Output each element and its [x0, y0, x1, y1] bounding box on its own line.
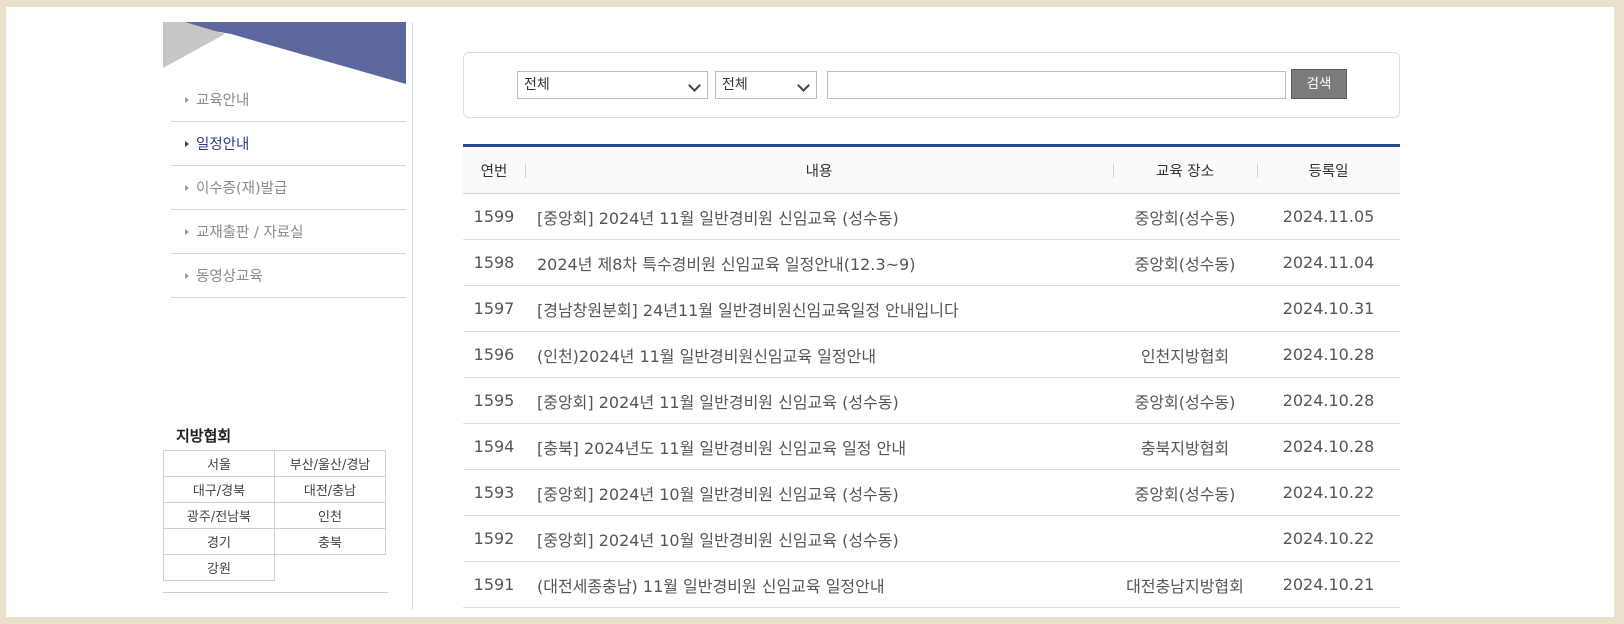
- table-row[interactable]: 1594 [충북] 2024년도 11월 일반경비원 신임교육 일정 안내 충북…: [463, 423, 1400, 470]
- header-separator: [525, 164, 526, 178]
- sidebar: 교육안내 일정안내 이수증(재)발급 교재출판 / 자료실 동영상교육 지방협회: [163, 22, 413, 610]
- sidebar-item-label: 일정안내: [196, 137, 250, 153]
- row-date: 2024.10.22: [1257, 469, 1400, 516]
- region-link-incheon[interactable]: 인천: [274, 502, 386, 529]
- row-date: 2024.10.31: [1257, 285, 1400, 332]
- category-select[interactable]: 전체: [517, 71, 708, 99]
- row-number: 1596: [463, 331, 525, 378]
- table-header-row: 연번 내용 교육 장소 등록일: [463, 145, 1400, 194]
- page-frame: 교육안내 일정안내 이수증(재)발급 교재출판 / 자료실 동영상교육 지방협회: [6, 7, 1614, 617]
- row-place: 대전충남지방협회: [1113, 561, 1257, 608]
- bullet-arrow-icon: [185, 184, 189, 191]
- header-separator: [1113, 164, 1114, 178]
- row-date: 2024.11.05: [1257, 193, 1400, 240]
- search-box: 전체 전체 검색: [463, 52, 1400, 118]
- row-number: 1595: [463, 377, 525, 424]
- row-title-link[interactable]: [경남창원분회] 24년11월 일반경비원신임교육일정 안내입니다: [525, 285, 1113, 332]
- bullet-arrow-icon: [185, 228, 189, 235]
- bullet-arrow-icon: [185, 272, 189, 279]
- region-link-daejeon[interactable]: 대전/충남: [274, 476, 386, 503]
- row-title-link[interactable]: [중앙회] 2024년 11월 일반경비원 신임교육 (성수동): [525, 193, 1113, 240]
- table-row[interactable]: 1593 [중앙회] 2024년 10월 일반경비원 신임교육 (성수동) 중앙…: [463, 469, 1400, 516]
- divider: [163, 592, 388, 593]
- row-date: 2024.10.21: [1257, 561, 1400, 608]
- chevron-down-icon: [797, 79, 810, 92]
- table-row[interactable]: 1592 [중앙회] 2024년 10월 일반경비원 신임교육 (성수동) 20…: [463, 515, 1400, 562]
- sidebar-item-schedule[interactable]: 일정안내: [171, 122, 406, 166]
- column-header-date: 등록일: [1257, 145, 1400, 194]
- column-header-content: 내용: [525, 145, 1113, 194]
- region-link-gwangju[interactable]: 광주/전남북: [163, 502, 275, 529]
- row-place: 중앙회(성수동): [1113, 239, 1257, 286]
- row-place: [1113, 515, 1257, 562]
- region-link-daegu[interactable]: 대구/경북: [163, 476, 275, 503]
- row-title-link[interactable]: 2024년 제8차 특수경비원 신임교육 일정안내(12.3~9): [525, 239, 1113, 286]
- bullet-arrow-icon: [185, 140, 189, 147]
- column-header-label: 교육 장소: [1156, 163, 1214, 180]
- row-title-link[interactable]: [중앙회] 2024년 10월 일반경비원 신임교육 (성수동): [525, 469, 1113, 516]
- row-title-link[interactable]: (인천)2024년 11월 일반경비원신임교육 일정안내: [525, 331, 1113, 378]
- row-place: 충북지방협회: [1113, 423, 1257, 470]
- row-number: 1598: [463, 239, 525, 286]
- column-header-label: 연번: [480, 163, 508, 180]
- column-header-label: 등록일: [1308, 163, 1349, 180]
- table-row[interactable]: 1596 (인천)2024년 11월 일반경비원신임교육 일정안내 인천지방협회…: [463, 331, 1400, 378]
- header-separator: [1257, 164, 1258, 178]
- row-place: 중앙회(성수동): [1113, 469, 1257, 516]
- region-link-busan[interactable]: 부산/울산/경남: [274, 450, 386, 477]
- sidebar-item-label: 동영상교육: [196, 269, 263, 285]
- sidebar-item-label: 교재출판 / 자료실: [196, 225, 304, 241]
- table-row[interactable]: 1595 [중앙회] 2024년 11월 일반경비원 신임교육 (성수동) 중앙…: [463, 377, 1400, 424]
- row-place: 중앙회(성수동): [1113, 193, 1257, 240]
- search-input[interactable]: [827, 71, 1286, 99]
- sidebar-item-label: 이수증(재)발급: [196, 181, 288, 197]
- table-row[interactable]: 1599 [중앙회] 2024년 11월 일반경비원 신임교육 (성수동) 중앙…: [463, 193, 1400, 240]
- column-header-number: 연번: [463, 145, 525, 194]
- row-title-link[interactable]: (대전세종충남) 11월 일반경비원 신임교육 일정안내: [525, 561, 1113, 608]
- table-row[interactable]: 1598 2024년 제8차 특수경비원 신임교육 일정안내(12.3~9) 중…: [463, 239, 1400, 286]
- sidebar-item-publications[interactable]: 교재출판 / 자료실: [171, 210, 406, 254]
- field-select[interactable]: 전체: [715, 71, 817, 99]
- row-date: 2024.10.28: [1257, 331, 1400, 378]
- field-select-value: 전체: [722, 77, 748, 93]
- region-link-seoul[interactable]: 서울: [163, 450, 275, 477]
- sidebar-item-certificate-reissue[interactable]: 이수증(재)발급: [171, 166, 406, 210]
- region-link-chungbuk[interactable]: 충북: [274, 528, 386, 555]
- row-place: [1113, 285, 1257, 332]
- sidebar-banner: [163, 22, 406, 84]
- category-select-value: 전체: [524, 77, 550, 93]
- row-number: 1597: [463, 285, 525, 332]
- bullet-arrow-icon: [185, 96, 189, 103]
- table-row[interactable]: 1591 (대전세종충남) 11월 일반경비원 신임교육 일정안내 대전충남지방…: [463, 561, 1400, 608]
- row-number: 1592: [463, 515, 525, 562]
- region-title: 지방협회: [176, 427, 232, 445]
- schedule-table: 연번 내용 교육 장소 등록일 1599 [중앙회] 2024년 11월 일반경…: [463, 144, 1400, 608]
- column-header-place: 교육 장소: [1113, 145, 1257, 194]
- row-number: 1593: [463, 469, 525, 516]
- row-date: 2024.10.22: [1257, 515, 1400, 562]
- search-button[interactable]: 검색: [1291, 69, 1347, 99]
- sidebar-item-video-education[interactable]: 동영상교육: [171, 254, 406, 298]
- region-links-table: 서울 부산/울산/경남 대구/경북 대전/충남 광주/전남북 인천 경기 충북 …: [163, 450, 386, 581]
- row-title-link[interactable]: [중앙회] 2024년 11월 일반경비원 신임교육 (성수동): [525, 377, 1113, 424]
- row-number: 1599: [463, 193, 525, 240]
- row-place: 인천지방협회: [1113, 331, 1257, 378]
- region-link-gyeonggi[interactable]: 경기: [163, 528, 275, 555]
- row-title-link[interactable]: [중앙회] 2024년 10월 일반경비원 신임교육 (성수동): [525, 515, 1113, 562]
- column-header-label: 내용: [805, 163, 833, 180]
- row-title-link[interactable]: [충북] 2024년도 11월 일반경비원 신임교육 일정 안내: [525, 423, 1113, 470]
- sidebar-item-label: 교육안내: [196, 93, 250, 109]
- row-place: 중앙회(성수동): [1113, 377, 1257, 424]
- row-number: 1594: [463, 423, 525, 470]
- sidebar-menu: 교육안내 일정안내 이수증(재)발급 교재출판 / 자료실 동영상교육: [171, 78, 406, 298]
- region-empty-cell: [274, 554, 386, 581]
- row-date: 2024.11.04: [1257, 239, 1400, 286]
- sidebar-item-education-info[interactable]: 교육안내: [171, 78, 406, 122]
- row-number: 1591: [463, 561, 525, 608]
- region-link-gangwon[interactable]: 강원: [163, 554, 275, 581]
- chevron-down-icon: [688, 79, 701, 92]
- table-row[interactable]: 1597 [경남창원분회] 24년11월 일반경비원신임교육일정 안내입니다 2…: [463, 285, 1400, 332]
- row-date: 2024.10.28: [1257, 377, 1400, 424]
- row-date: 2024.10.28: [1257, 423, 1400, 470]
